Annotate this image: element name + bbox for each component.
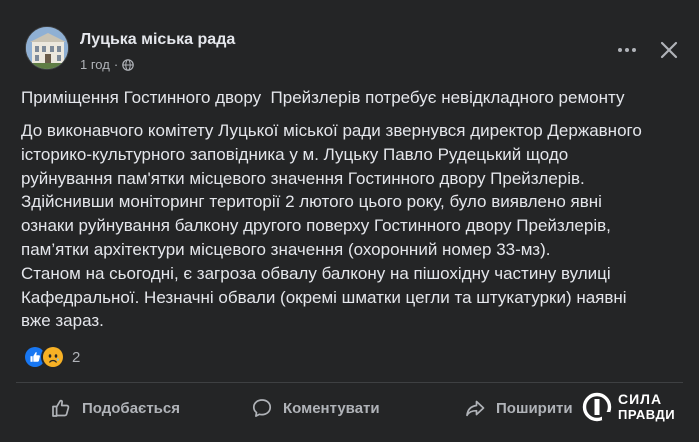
body-line: До виконавчого комітету Луцької міської … [21,121,642,140]
comment-button[interactable]: Коментувати [251,386,380,430]
share-label: Поширити [496,399,573,417]
page-avatar[interactable] [25,26,69,70]
thumbs-up-icon [50,397,72,419]
body-line: пам’ятки архітектури місцевого значення … [21,239,551,259]
body-line: ознаки руйнування балкону другого поверх… [21,216,611,236]
more-dot [632,48,636,52]
post-meta: 1 год · [80,57,134,72]
reaction-count: 2 [72,348,81,366]
page-name-link[interactable]: Луцька міська рада [80,31,235,49]
close-icon[interactable] [657,38,681,62]
post-timestamp[interactable]: 1 год [80,57,110,72]
globe-icon [122,58,134,71]
body-line: руйнування пам'ятки місцевого значення Г… [21,168,585,188]
watermark-text: СИЛА ПРАВДИ [618,391,676,423]
share-button[interactable]: Поширити [464,386,573,430]
like-button[interactable]: Подобається [50,386,180,430]
watermark-line1: СИЛА [618,391,663,407]
post-card: Луцька міська рада 1 год · Приміщення Го… [0,0,699,442]
comment-bubble-icon [251,397,273,419]
body-line: Здійснивши моніторинг території 2 лютого… [21,192,602,212]
like-label: Подобається [82,399,180,417]
reactions-summary[interactable]: 2 [23,344,80,370]
sila-pravdy-watermark: СИЛА ПРАВДИ [582,383,694,431]
watermark-logo-icon [582,392,612,422]
meta-separator: · [113,57,119,72]
post-body: До виконавчого комітету Луцької міської … [21,119,693,333]
body-line: Кафедральної. Незначні обвали (окремі шм… [21,287,627,307]
watermark-line2: ПРАВДИ [618,407,676,422]
body-line: вже зараз. [21,311,104,331]
share-arrow-icon [464,397,486,419]
post-headline: Приміщення Гостинного двору Прейзлерів п… [21,88,625,107]
comment-label: Коментувати [283,399,380,417]
sad-reaction-icon [41,345,65,369]
body-line: історико-культурного заповідника у м. Лу… [21,144,569,164]
more-options-button[interactable] [613,40,641,60]
more-dot [618,48,622,52]
body-line: Станом на сьогодні, є загроза обвалу бал… [21,263,611,283]
post-header: Луцька міська рада 1 год · [25,26,685,76]
more-dot [625,48,629,52]
